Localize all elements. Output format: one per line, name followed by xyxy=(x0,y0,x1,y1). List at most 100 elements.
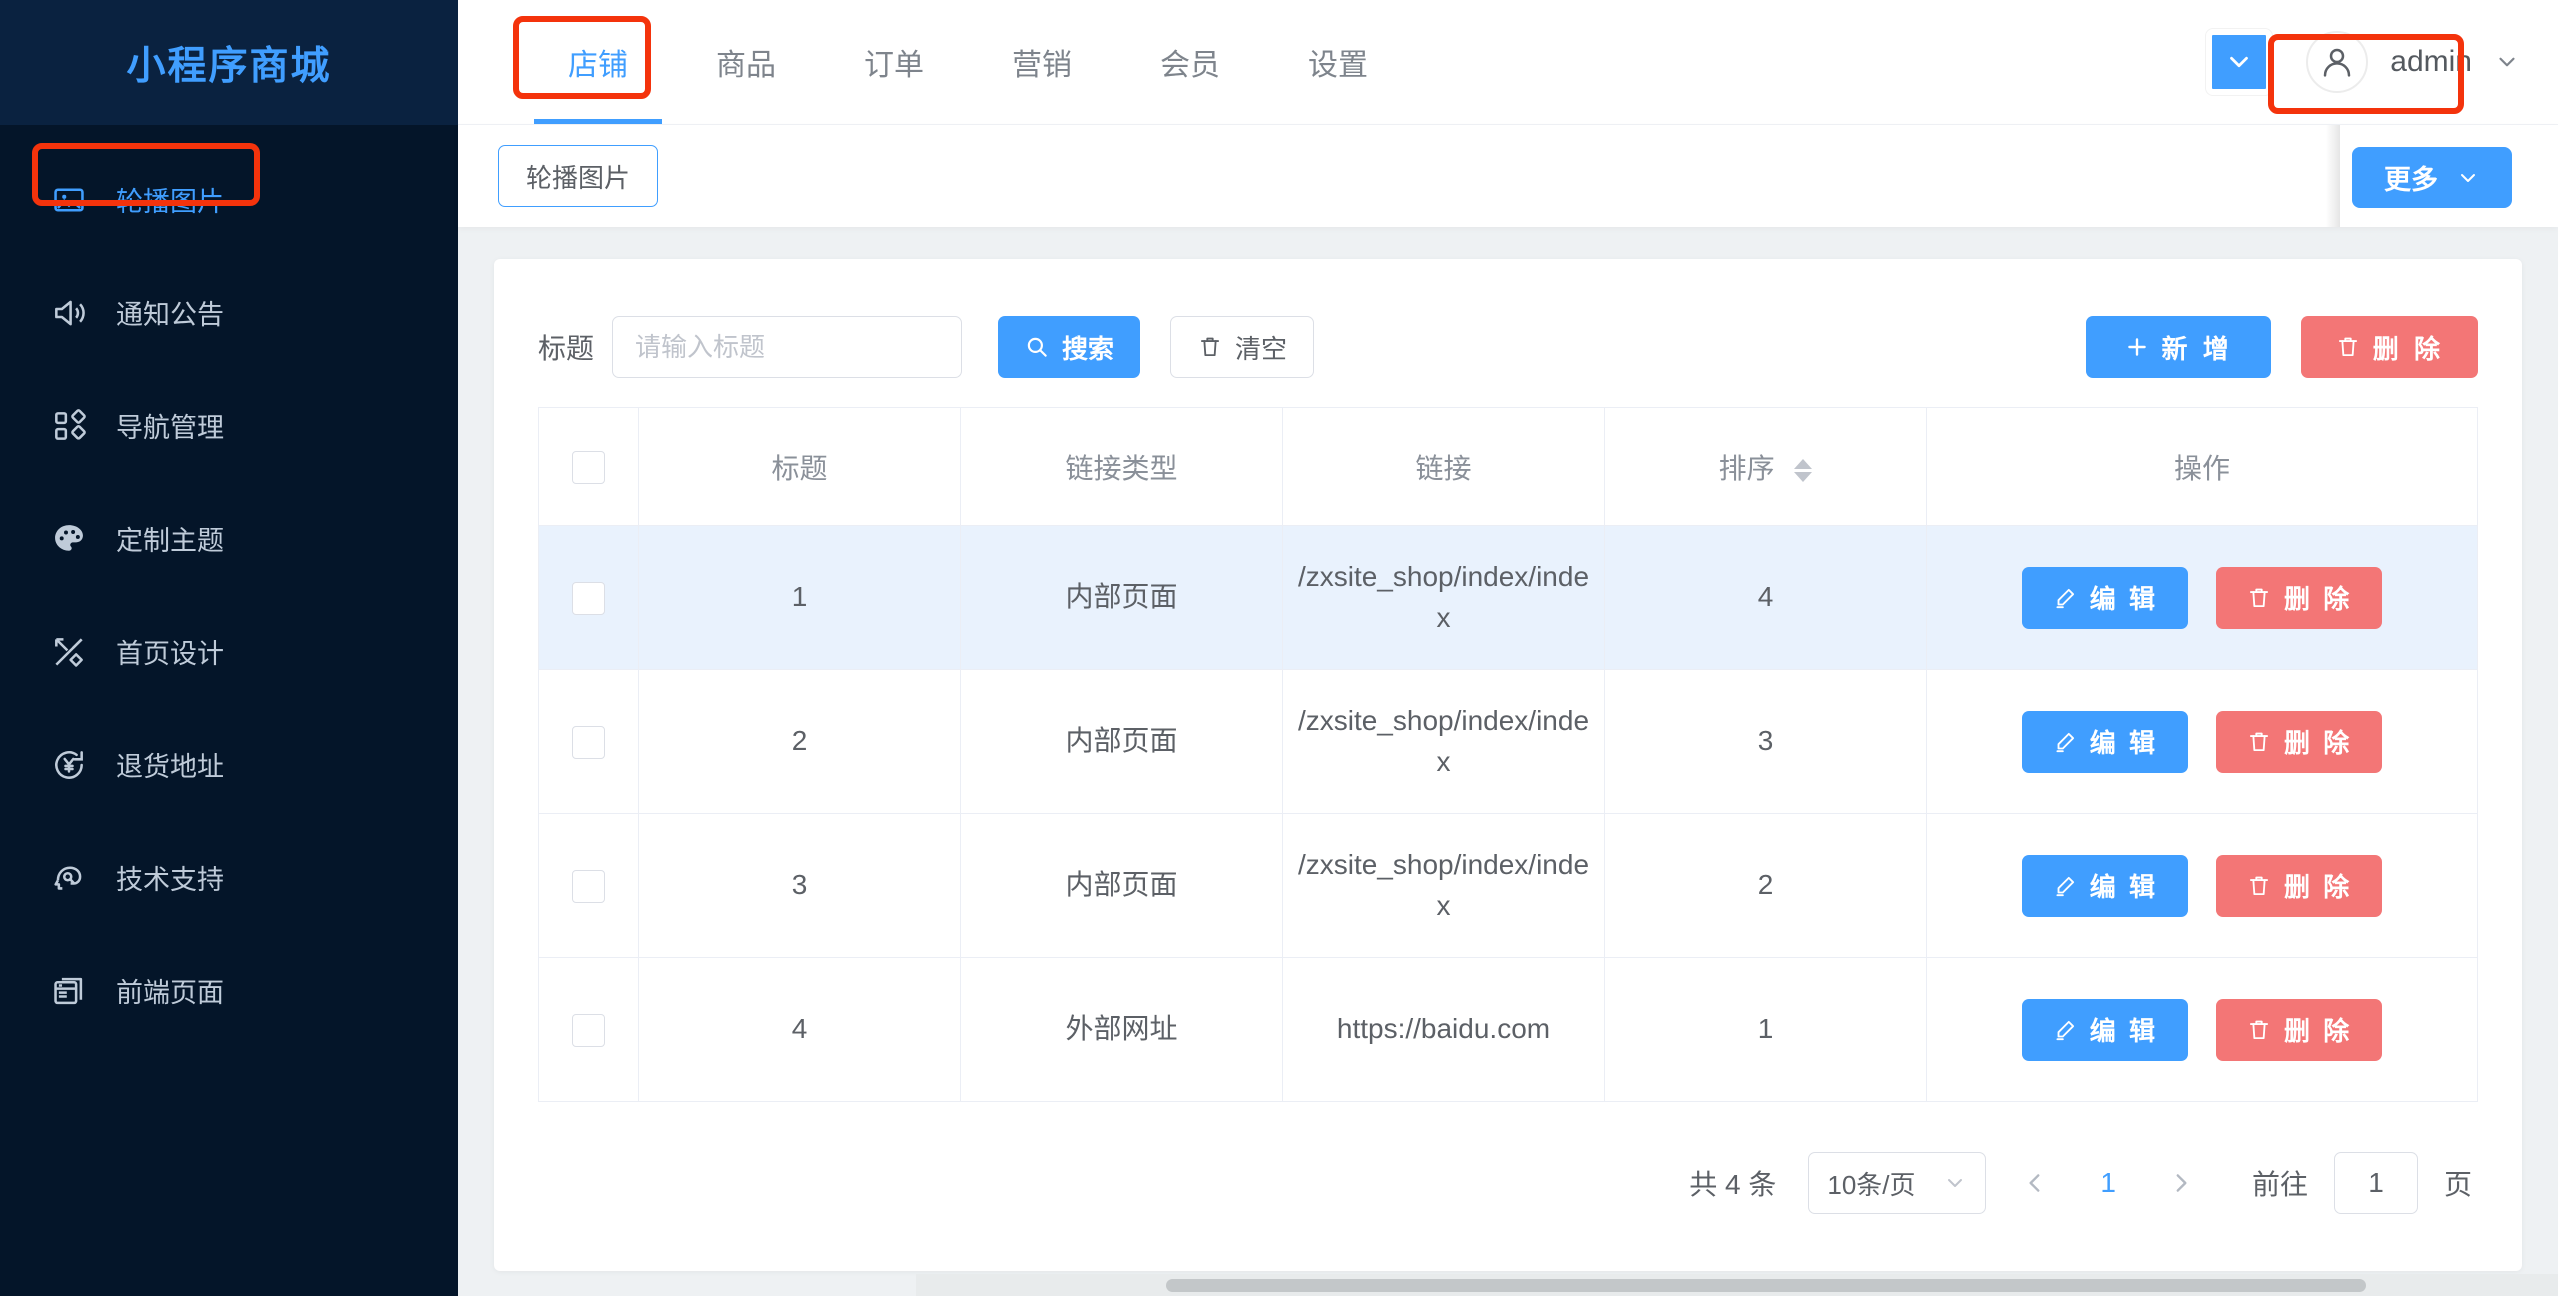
toolbar-right-actions: 新 增 删 除 xyxy=(2085,316,2478,378)
support-icon xyxy=(48,857,90,899)
batch-delete-button[interactable]: 删 除 xyxy=(2300,316,2478,378)
sidebar-item-return-address[interactable]: 退货地址 xyxy=(0,708,458,821)
sidebar-item-home-design[interactable]: 首页设计 xyxy=(0,595,458,708)
delete-button[interactable]: 删 除 xyxy=(2216,566,2383,629)
edit-button[interactable]: 编 辑 xyxy=(2021,710,2188,773)
avatar xyxy=(2306,31,2369,93)
tab-members[interactable]: 会员 xyxy=(1116,0,1264,124)
prev-page-button[interactable] xyxy=(2012,1155,2058,1211)
select-all-header xyxy=(538,407,639,526)
row-checkbox[interactable] xyxy=(572,870,605,904)
jump-label: 前往 xyxy=(2251,1169,2308,1200)
tab-shop[interactable]: 店铺 xyxy=(524,0,672,124)
search-input[interactable] xyxy=(612,316,963,378)
column-header-link: 链接 xyxy=(1282,407,1605,526)
delete-button-label: 删 除 xyxy=(2284,1016,2353,1046)
edit-button[interactable]: 编 辑 xyxy=(2021,566,2188,629)
sidebar-item-label: 首页设计 xyxy=(116,639,224,669)
top-right-controls: admin xyxy=(2206,0,2558,124)
delete-button[interactable]: 删 除 xyxy=(2216,998,2383,1061)
jump-page-input[interactable] xyxy=(2333,1152,2418,1214)
top-tabs: 店铺 商品 订单 营销 会员 设置 xyxy=(524,0,1412,124)
megaphone-icon xyxy=(48,292,90,334)
tab-marketing[interactable]: 营销 xyxy=(968,0,1116,124)
cell-link: /zxsite_shop/index/index xyxy=(1282,669,1605,814)
carousel-table: 标题 链接类型 链接 排序 操作 1 内部页面 /zxsite_shop/ind… xyxy=(538,407,2478,1102)
row-checkbox[interactable] xyxy=(572,726,605,760)
column-header-label: 操作 xyxy=(2173,452,2230,484)
sidebar-item-carousel[interactable]: 轮播图片 xyxy=(0,143,458,256)
column-header-label: 链接类型 xyxy=(1065,452,1178,484)
edit-button[interactable]: 编 辑 xyxy=(2021,854,2188,917)
cell-link: /zxsite_shop/index/index xyxy=(1282,525,1605,670)
sidebar-item-label: 导航管理 xyxy=(116,413,224,443)
search-button[interactable]: 搜索 xyxy=(998,316,1141,378)
chevron-right-icon xyxy=(2176,1174,2187,1192)
page-size-value: 10条/页 xyxy=(1827,1169,1916,1200)
pencil-icon xyxy=(2056,588,2074,608)
page-size-select[interactable]: 10条/页 xyxy=(1808,1152,1987,1214)
delete-button[interactable]: 删 除 xyxy=(2216,854,2383,917)
user-menu[interactable]: admin xyxy=(2306,31,2520,93)
horizontal-scrollbar[interactable] xyxy=(916,1274,2558,1296)
palette-icon xyxy=(48,518,90,560)
delete-button[interactable]: 删 除 xyxy=(2216,710,2383,773)
window-icon xyxy=(48,970,90,1012)
column-header-sort[interactable]: 排序 xyxy=(1604,407,1927,526)
delete-button-label: 删 除 xyxy=(2284,728,2353,758)
grid-icon xyxy=(48,405,90,447)
page-number-1[interactable]: 1 xyxy=(2084,1167,2132,1199)
cell-operations: 编 辑 删 除 xyxy=(1926,669,2478,814)
tab-orders[interactable]: 订单 xyxy=(820,0,968,124)
scrollbar-thumb[interactable] xyxy=(1166,1279,2366,1292)
image-icon xyxy=(48,179,90,221)
jump-unit-label: 页 xyxy=(2443,1169,2472,1200)
table-body: 1 内部页面 /zxsite_shop/index/index 4 编 辑 删 … xyxy=(538,525,2478,1102)
cell-link: /zxsite_shop/index/index xyxy=(1282,813,1605,958)
sidebar-item-navigation[interactable]: 导航管理 xyxy=(0,369,458,482)
table-row[interactable]: 2 内部页面 /zxsite_shop/index/index 3 编 辑 删 … xyxy=(538,669,2478,814)
row-checkbox[interactable] xyxy=(572,1014,605,1048)
content-area: 标题 搜索 xyxy=(458,34,2558,1296)
column-header-operations: 操作 xyxy=(1926,407,2478,526)
cell-link: https://baidu.com xyxy=(1282,957,1605,1102)
tab-goods[interactable]: 商品 xyxy=(672,0,820,124)
breadcrumb-tab-carousel[interactable]: 轮播图片 xyxy=(498,145,659,207)
clear-button[interactable]: 清空 xyxy=(1170,316,1315,378)
column-header-link-type: 链接类型 xyxy=(960,407,1283,526)
row-select-cell xyxy=(538,813,639,958)
add-button-label: 新 增 xyxy=(2161,333,2233,364)
tab-label: 商品 xyxy=(716,49,776,82)
next-page-button[interactable] xyxy=(2158,1155,2204,1211)
tab-label: 营销 xyxy=(1012,49,1072,82)
sort-toggle-icon[interactable] xyxy=(1794,458,1813,482)
trash-icon xyxy=(1200,337,1220,357)
table-row[interactable]: 4 外部网址 https://baidu.com 1 编 辑 删 除 xyxy=(538,957,2478,1102)
refund-icon xyxy=(48,744,90,786)
pagination-total: 共 4 条 xyxy=(1689,1169,1777,1200)
cell-operations: 编 辑 删 除 xyxy=(1926,813,2478,958)
column-header-label: 排序 xyxy=(1718,452,1775,484)
breadcrumb-tab-label: 轮播图片 xyxy=(526,162,631,193)
edit-button[interactable]: 编 辑 xyxy=(2021,998,2188,1061)
collapse-toggle-button[interactable] xyxy=(2206,29,2273,95)
sidebar-item-theme[interactable]: 定制主题 xyxy=(0,482,458,595)
tab-settings[interactable]: 设置 xyxy=(1264,0,1412,124)
sidebar-item-frontend-pages[interactable]: 前端页面 xyxy=(0,934,458,1047)
select-all-checkbox[interactable] xyxy=(572,450,605,484)
more-button[interactable]: 更多 xyxy=(2352,147,2512,208)
row-checkbox[interactable] xyxy=(572,582,605,616)
sidebar-item-label: 定制主题 xyxy=(116,526,224,556)
user-name-label: admin xyxy=(2390,45,2472,78)
table-row[interactable]: 1 内部页面 /zxsite_shop/index/index 4 编 辑 删 … xyxy=(538,525,2478,670)
cell-operations: 编 辑 删 除 xyxy=(1926,525,2478,670)
sidebar-item-notice[interactable]: 通知公告 xyxy=(0,256,458,369)
column-header-label: 链接 xyxy=(1415,452,1472,484)
batch-delete-button-label: 删 除 xyxy=(2372,333,2444,364)
sidebar-item-support[interactable]: 技术支持 xyxy=(0,821,458,934)
pencil-icon xyxy=(2056,732,2074,752)
add-button[interactable]: 新 增 xyxy=(2085,316,2271,378)
table-row[interactable]: 3 内部页面 /zxsite_shop/index/index 2 编 辑 删 … xyxy=(538,813,2478,958)
trash-icon xyxy=(2249,1020,2269,1039)
edit-button-label: 编 辑 xyxy=(2089,584,2158,614)
